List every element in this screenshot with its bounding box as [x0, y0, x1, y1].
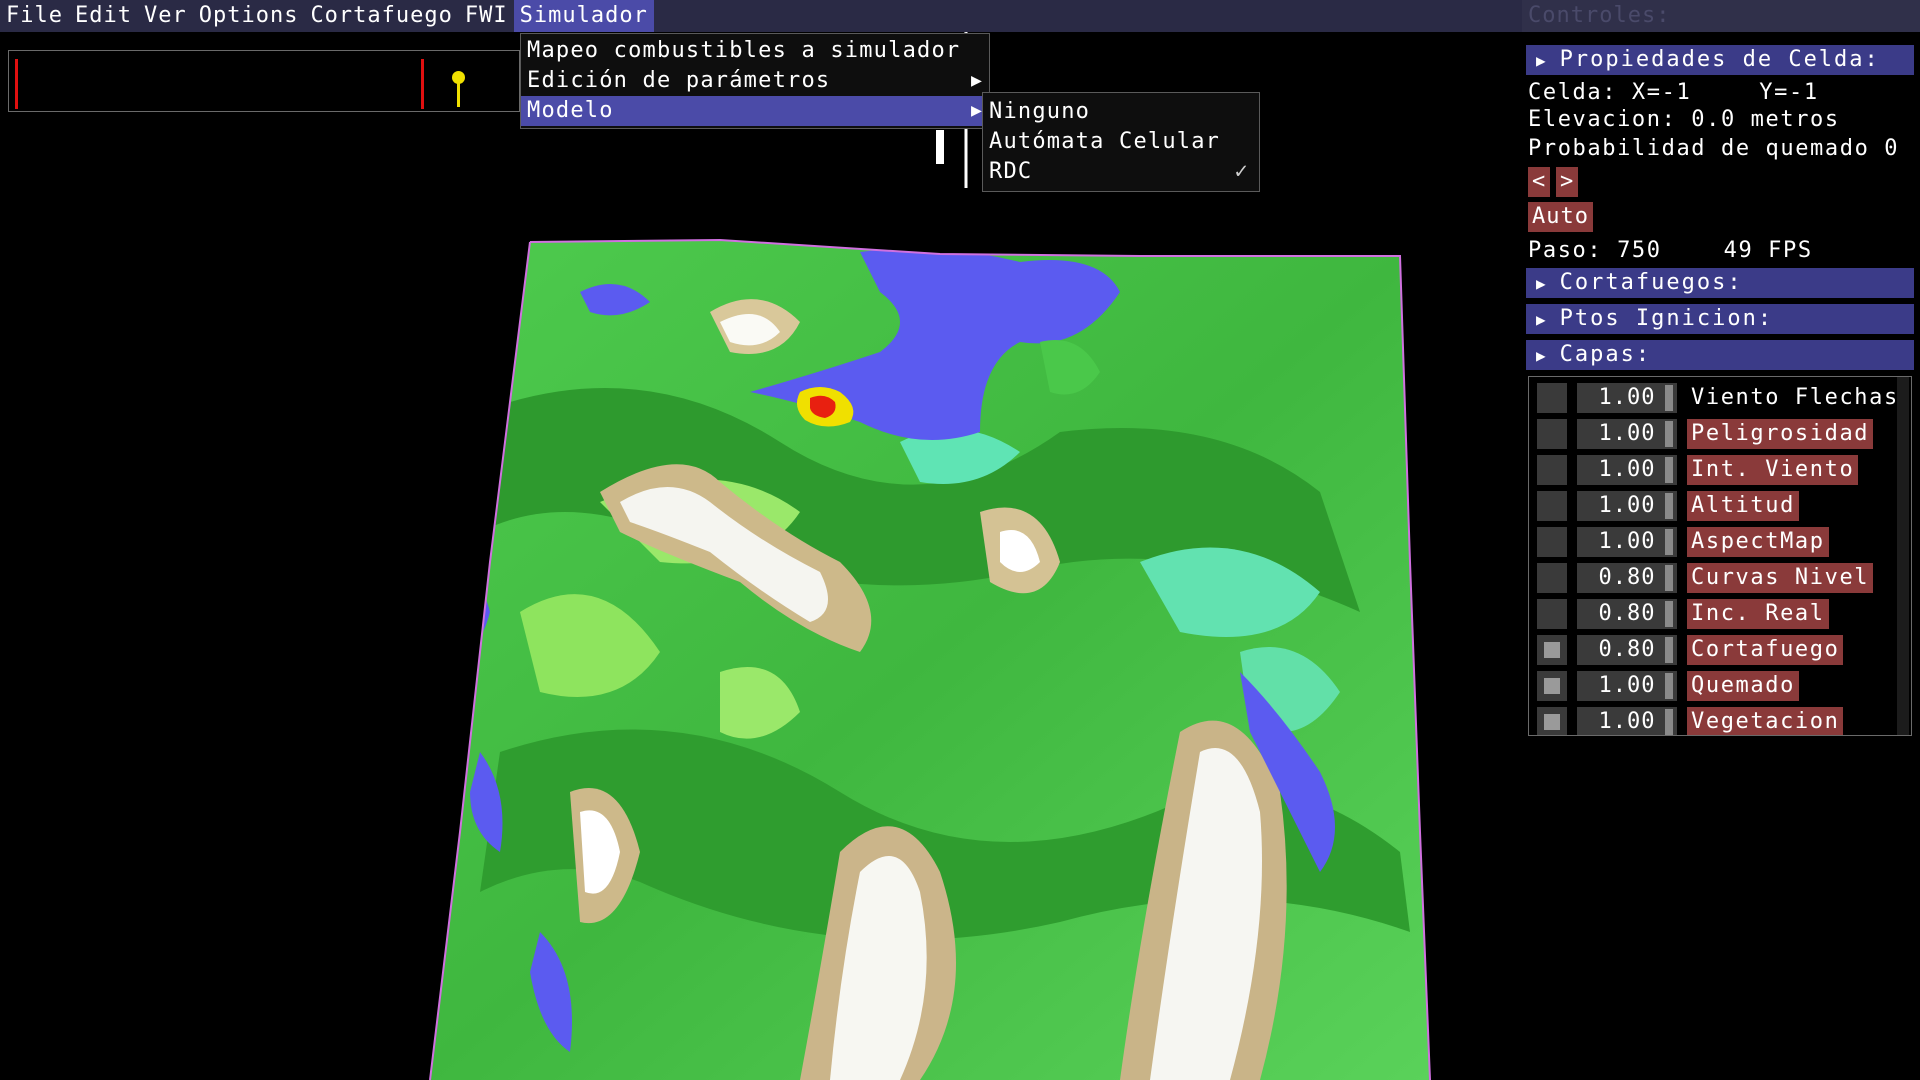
- step-fps: Paso: 750 49 FPS: [1528, 238, 1813, 263]
- menu-cortafuego[interactable]: Cortafuego: [304, 0, 458, 32]
- slider-grab[interactable]: [1665, 421, 1673, 447]
- menu-item-automata-celular[interactable]: Autómata Celular: [983, 127, 1259, 157]
- burn-probability: Probabilidad de quemado 0: [1528, 136, 1900, 161]
- layer-checkbox[interactable]: [1537, 563, 1567, 593]
- layer-name[interactable]: Vegetacion: [1687, 707, 1844, 735]
- layer-checkbox[interactable]: [1537, 491, 1567, 521]
- modelo-submenu: Ninguno Autómata Celular RDC ✓: [982, 92, 1260, 192]
- layer-checkbox[interactable]: [1537, 383, 1567, 413]
- slider-grab[interactable]: [1665, 457, 1673, 483]
- layer-checkbox[interactable]: [1537, 527, 1567, 557]
- layer-row: 1.00 AspectMap: [1529, 525, 1899, 557]
- layer-name[interactable]: Cortafuego: [1687, 635, 1844, 665]
- layer-name[interactable]: Quemado: [1687, 671, 1799, 701]
- slider-grab[interactable]: [1665, 529, 1673, 555]
- layer-row: 0.80 Curvas Nivel: [1529, 561, 1899, 593]
- firebreaks-header[interactable]: ▶ Cortafuegos:: [1526, 268, 1914, 298]
- menu-item-rdc[interactable]: RDC ✓: [983, 157, 1259, 187]
- layer-opacity-slider[interactable]: 1.00: [1577, 383, 1677, 413]
- layer-row: 0.80 Inc. Real: [1529, 597, 1899, 629]
- slider-grab[interactable]: [1665, 493, 1673, 519]
- layer-row: 1.00 Viento Flechas: [1529, 381, 1899, 413]
- layer-opacity-slider[interactable]: 1.00: [1577, 671, 1677, 701]
- layer-opacity-slider[interactable]: 0.80: [1577, 563, 1677, 593]
- cell-elevation: Elevacion: 0.0 metros: [1528, 107, 1840, 132]
- menu-fwi[interactable]: FWI: [459, 0, 514, 32]
- layer-row: 1.00 Peligrosidad: [1529, 417, 1899, 449]
- collapse-arrow-icon: ▶: [1536, 310, 1548, 329]
- layer-opacity-slider[interactable]: 0.80: [1577, 635, 1677, 665]
- collapse-arrow-icon: ▶: [1536, 51, 1548, 70]
- layer-checkbox[interactable]: [1537, 455, 1567, 485]
- menu-simulador[interactable]: Simulador: [513, 0, 654, 32]
- menu-item-edicion[interactable]: Edición de parámetros ▶: [521, 66, 989, 96]
- slider-grab[interactable]: [1665, 673, 1673, 699]
- layer-opacity-slider[interactable]: 0.80: [1577, 599, 1677, 629]
- timeline-track[interactable]: [8, 50, 520, 112]
- menu-ver[interactable]: Ver: [138, 0, 193, 32]
- simulador-menu: Mapeo combustibles a simulador Edición d…: [520, 33, 990, 129]
- layer-row: 1.00 Altitud: [1529, 489, 1899, 521]
- slider-grab[interactable]: [1665, 385, 1673, 411]
- layer-opacity-slider[interactable]: 1.00: [1577, 419, 1677, 449]
- layers-header[interactable]: ▶ Capas:: [1526, 340, 1914, 370]
- timeline-cursor-pin[interactable]: [452, 71, 465, 107]
- layer-name[interactable]: Curvas Nivel: [1687, 563, 1874, 593]
- layer-row: 1.00 Vegetacion: [1529, 705, 1899, 735]
- prev-button[interactable]: <: [1528, 167, 1551, 197]
- auto-button[interactable]: Auto: [1528, 202, 1593, 232]
- layer-name[interactable]: Peligrosidad: [1687, 419, 1874, 449]
- layer-checkbox[interactable]: [1537, 599, 1567, 629]
- menu-item-modelo[interactable]: Modelo ▶: [521, 96, 989, 126]
- slider-grab[interactable]: [1665, 565, 1673, 591]
- collapse-arrow-icon: ▶: [1536, 346, 1548, 365]
- layer-row: 1.00 Quemado: [1529, 669, 1899, 701]
- layer-opacity-slider[interactable]: 1.00: [1577, 455, 1677, 485]
- menu-item-ninguno[interactable]: Ninguno: [983, 97, 1259, 127]
- terrain-3d-view[interactable]: [420, 232, 1440, 1080]
- layer-opacity-slider[interactable]: 1.00: [1577, 707, 1677, 735]
- layer-name: Viento Flechas: [1691, 385, 1899, 410]
- layer-name[interactable]: Inc. Real: [1687, 599, 1829, 629]
- layer-row: 1.00 Int. Viento: [1529, 453, 1899, 485]
- ignition-points-header[interactable]: ▶ Ptos Ignicion:: [1526, 304, 1914, 334]
- timeline-end-marker: [421, 59, 424, 109]
- controls-window-title[interactable]: Controles:: [1522, 0, 1920, 32]
- collapse-arrow-icon: ▶: [1536, 274, 1548, 293]
- layer-opacity-slider[interactable]: 1.00: [1577, 527, 1677, 557]
- timeline-start-marker: [15, 59, 18, 109]
- layer-name[interactable]: Altitud: [1687, 491, 1799, 521]
- next-button[interactable]: >: [1556, 167, 1579, 197]
- layer-checkbox[interactable]: [1537, 419, 1567, 449]
- menu-options[interactable]: Options: [193, 0, 305, 32]
- layer-checkbox[interactable]: [1537, 707, 1567, 735]
- checkmark-icon: ✓: [1234, 159, 1249, 184]
- menu-item-mapeo[interactable]: Mapeo combustibles a simulador: [521, 36, 989, 66]
- layers-list: 1.00 Viento Flechas 1.00 Peligrosidad 1.00 In…: [1528, 376, 1912, 736]
- layer-checkbox[interactable]: [1537, 635, 1567, 665]
- menu-file[interactable]: File: [0, 0, 69, 32]
- menu-edit[interactable]: Edit: [69, 0, 138, 32]
- slider-grab[interactable]: [1665, 709, 1673, 735]
- cell-properties-header[interactable]: ▶ Propiedades de Celda:: [1526, 45, 1914, 75]
- slider-grab[interactable]: [1665, 637, 1673, 663]
- layer-name[interactable]: Int. Viento: [1687, 455, 1859, 485]
- cell-coords: Celda: X=-1 Y=-1: [1528, 80, 1819, 105]
- layer-checkbox[interactable]: [1537, 671, 1567, 701]
- slider-grab[interactable]: [1665, 601, 1673, 627]
- layer-row: 0.80 Cortafuego: [1529, 633, 1899, 665]
- layer-opacity-slider[interactable]: 1.00: [1577, 491, 1677, 521]
- layer-name[interactable]: AspectMap: [1687, 527, 1829, 557]
